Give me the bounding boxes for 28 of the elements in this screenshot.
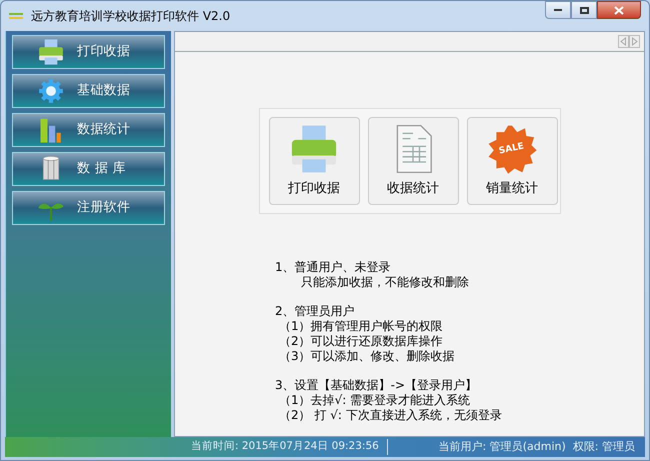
sidebar-item[interactable]: 基础数据 xyxy=(12,74,165,108)
printer-icon xyxy=(37,38,65,66)
instruction-line: （3）可以添加、修改、删除收据 xyxy=(278,349,456,364)
instruction-heading: 1、普通用户、未登录 xyxy=(275,260,392,275)
instruction-line: （1）去掉√: 需要登录才能进入系统 xyxy=(278,393,472,408)
shortcut-button[interactable]: 收据统计 xyxy=(368,117,458,205)
minimize-button[interactable] xyxy=(545,1,571,19)
instruction-line: 只能添加收据，不能修改和删除 xyxy=(300,275,470,290)
instruction-line: （1）拥有管理用户帐号的权限 xyxy=(278,319,444,334)
instruction-heading: 3、设置【基础数据】->【登录用户】 xyxy=(275,378,478,393)
instruction-line: （2） 打 √: 下次直接进入系统，无须登录 xyxy=(278,408,502,423)
sidebar-item[interactable]: 数据统计 xyxy=(12,113,165,147)
shortcut-button[interactable]: 打印收据 xyxy=(268,117,360,205)
window-title: 远方教育培训学校收据打印软件 V2.0 xyxy=(31,8,230,25)
gear-icon xyxy=(37,77,65,105)
status-user: 当前用户: 管理员(admin) 权限: 管理员 xyxy=(438,438,636,455)
sidebar-item[interactable]: 打印收据 xyxy=(12,35,165,69)
close-button[interactable] xyxy=(597,1,641,19)
status-time: 当前时间: 2015年07月24日 09:23:56 xyxy=(191,439,388,455)
instruction-line: （2）可以进行还原数据库操作 xyxy=(278,334,444,349)
sidebar-item[interactable]: 注册软件 xyxy=(12,191,165,225)
app-icon xyxy=(9,11,23,21)
sidebar-item[interactable]: 数 据 库 xyxy=(12,152,165,186)
maximize-button[interactable] xyxy=(571,1,597,19)
sale-badge-icon: SALE xyxy=(486,123,538,176)
close-icon xyxy=(614,6,624,14)
instruction-heading: 2、管理员用户 xyxy=(275,304,356,319)
shortcut-button[interactable]: SALE 销量统计 xyxy=(466,117,558,205)
